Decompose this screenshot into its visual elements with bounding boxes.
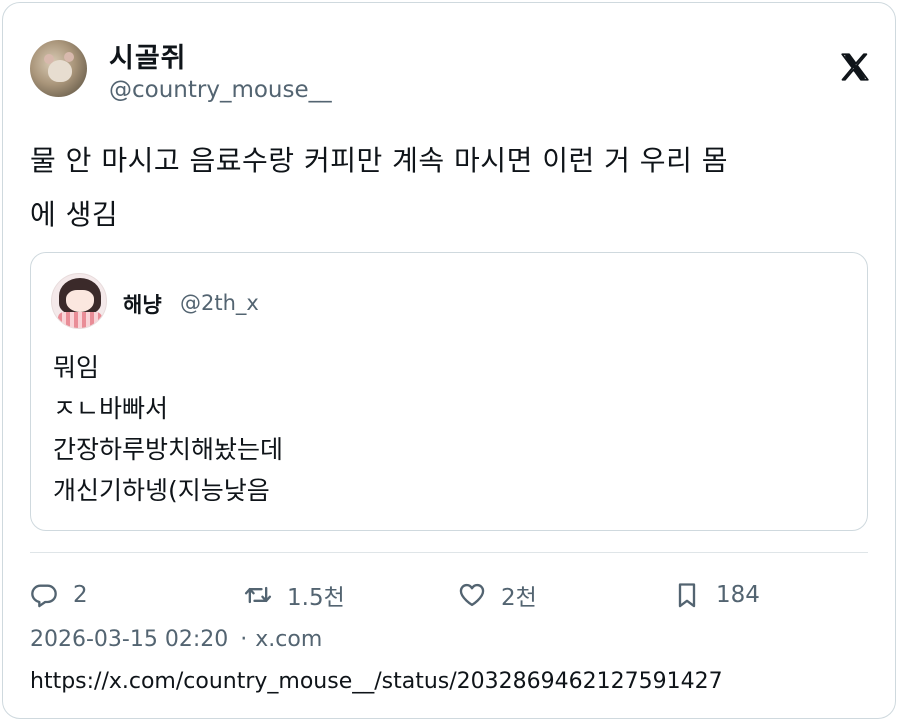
status-url[interactable]: https://x.com/country_mouse__/status/203… xyxy=(30,669,723,694)
author-handle[interactable]: @country_mouse__ xyxy=(109,77,332,103)
divider xyxy=(30,552,868,553)
x-logo-icon[interactable] xyxy=(838,50,872,84)
quoted-tweet-text: 뭐임 ㅈㄴ바빠서 간장하루방치해놨는데 개신기하넹(지능낮음 xyxy=(53,347,283,511)
author-display-name[interactable]: 시골쥐 xyxy=(109,36,187,75)
tweet-text-line: 에 생김 xyxy=(30,198,119,231)
timestamp[interactable]: 2026-03-15 02:20 xyxy=(30,627,228,652)
reply-count: 2 xyxy=(73,582,88,608)
tweet-meta: 2026-03-15 02:20 · x.com xyxy=(30,627,322,652)
avatar-mouse-body xyxy=(48,60,72,82)
repost-button[interactable]: 1.5천 xyxy=(244,578,345,612)
bookmark-button[interactable]: 184 xyxy=(673,578,760,612)
like-count: 2천 xyxy=(501,585,537,611)
repost-count: 1.5천 xyxy=(287,585,345,611)
reply-icon xyxy=(31,584,57,608)
author-avatar[interactable] xyxy=(30,40,87,97)
quoted-author-display-name[interactable]: 해냥 xyxy=(123,289,162,319)
tweet-text-line: 물 안 마시고 음료수랑 커피만 계속 마시면 이런 거 우리 몸 xyxy=(30,144,728,177)
quoted-tweet-line: 뭐임 xyxy=(53,353,100,382)
avatar-scarf xyxy=(58,312,102,328)
source-link[interactable]: x.com xyxy=(255,627,322,652)
like-icon xyxy=(459,583,485,607)
bookmark-icon xyxy=(678,583,696,608)
quoted-tweet-card[interactable]: 해냥 @2th_x 뭐임 ㅈㄴ바빠서 간장하루방치해놨는데 개신기하넹(지능낮음 xyxy=(30,252,868,531)
like-button[interactable]: 2천 xyxy=(458,578,537,612)
action-bar: 2 1.5천 2천 184 xyxy=(0,578,900,612)
quoted-author-handle[interactable]: @2th_x xyxy=(180,291,259,315)
avatar-face xyxy=(66,290,94,312)
quoted-tweet-line: 간장하루방치해놨는데 xyxy=(53,435,284,464)
reply-button[interactable]: 2 xyxy=(30,578,88,612)
bookmark-count: 184 xyxy=(716,582,760,608)
meta-separator: · xyxy=(240,627,248,652)
repost-icon xyxy=(244,586,272,604)
tweet-text: 물 안 마시고 음료수랑 커피만 계속 마시면 이런 거 우리 몸 에 생김 xyxy=(30,134,880,242)
quoted-tweet-line: 개신기하넹(지능낮음 xyxy=(53,476,270,505)
quoted-tweet-line: ㅈㄴ바빠서 xyxy=(53,394,169,423)
quoted-author-avatar[interactable] xyxy=(51,273,107,329)
